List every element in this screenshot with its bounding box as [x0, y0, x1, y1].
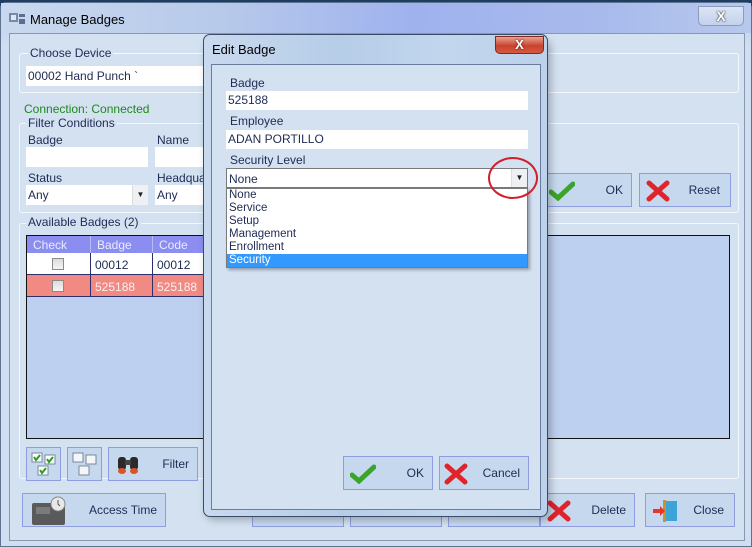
row-checkbox[interactable] [52, 280, 64, 292]
red-x-icon [444, 463, 468, 485]
window-title: Manage Badges [30, 12, 125, 27]
device-select[interactable]: 00002 Hand Punch ` [26, 66, 216, 86]
checkmark-icon [350, 464, 376, 484]
window-close-button[interactable]: X [698, 6, 744, 26]
badge-filter-label: Badge [28, 133, 63, 147]
filter-label: Filter [162, 457, 189, 471]
badge-label: Badge [230, 76, 265, 90]
filter-conditions-label: Filter Conditions [26, 116, 117, 130]
filter-ok-button[interactable]: OK [540, 173, 632, 207]
close-label: Close [693, 503, 724, 517]
red-x-icon [646, 180, 670, 202]
filter-button[interactable]: Filter [108, 447, 198, 481]
check-cell [27, 275, 91, 297]
dialog-title: Edit Badge [212, 42, 276, 57]
binoculars-icon [118, 457, 138, 474]
security-level-label: Security Level [230, 153, 306, 167]
checkmark-icon [549, 181, 575, 201]
employee-label: Employee [230, 114, 284, 128]
title-bar: Manage Badges X [1, 3, 751, 33]
table-row[interactable]: 00012 00012 [27, 253, 213, 275]
dropdown-option-management[interactable]: Management [227, 228, 527, 241]
headquarters-filter-label: Headquar [157, 171, 210, 185]
time-clock-icon [32, 496, 66, 525]
dialog-client-area: Badge 525188 Employee ADAN PORTILLO Secu… [211, 64, 541, 510]
grid-header: Check Badge Code [27, 236, 213, 253]
employee-input[interactable]: ADAN PORTILLO [226, 130, 528, 149]
close-button[interactable]: Close [645, 493, 735, 527]
dialog-cancel-button[interactable]: Cancel [439, 456, 529, 490]
status-filter-value: Any [28, 188, 49, 202]
badge-cell: 00012 [91, 253, 153, 275]
badge-input[interactable]: 525188 [226, 91, 528, 110]
security-level-dropdown-list[interactable]: None Service Setup Management Enrollment… [226, 188, 528, 268]
dialog-ok-label: OK [406, 466, 424, 480]
close-icon: X [515, 37, 524, 52]
badge-filter-input[interactable] [26, 147, 148, 167]
column-header-check[interactable]: Check [27, 236, 91, 253]
dropdown-option-service[interactable]: Service [227, 202, 527, 215]
access-time-label: Access Time [88, 503, 157, 517]
uncheck-all-icon [72, 452, 97, 476]
annotation-red-circle [488, 157, 538, 199]
dialog-close-button[interactable]: X [495, 36, 544, 54]
badge-cell: 525188 [91, 275, 153, 297]
dropdown-option-security[interactable]: Security [227, 254, 527, 267]
status-filter-label: Status [28, 171, 63, 185]
delete-label: Delete [591, 503, 626, 517]
row-checkbox[interactable] [52, 258, 64, 270]
security-level-value: None [229, 172, 258, 186]
exit-door-icon [653, 500, 677, 522]
available-badges-label: Available Badges (2) [26, 215, 141, 229]
connection-status: Connection: Connected [24, 102, 150, 116]
dialog-cancel-label: Cancel [482, 466, 520, 480]
edit-badge-dialog: Edit Badge X Badge 525188 Employee ADAN … [203, 34, 548, 517]
choose-device-label: Choose Device [28, 46, 114, 60]
status-filter-select[interactable]: Any ▼ [26, 185, 148, 205]
reset-button[interactable]: Reset [639, 173, 731, 207]
check-all-icon [31, 452, 56, 476]
delete-button[interactable]: Delete [540, 493, 635, 527]
filter-ok-label: OK [605, 183, 623, 197]
dialog-ok-button[interactable]: OK [343, 456, 433, 490]
dropdown-option-setup[interactable]: Setup [227, 215, 527, 228]
check-cell [27, 253, 91, 275]
dropdown-option-enrollment[interactable]: Enrollment [227, 241, 527, 254]
chevron-down-icon[interactable]: ▼ [132, 185, 148, 205]
column-header-badge[interactable]: Badge [91, 236, 153, 253]
deselect-all-button[interactable] [67, 447, 102, 481]
close-icon: X [716, 8, 726, 24]
access-time-button[interactable]: Access Time [22, 493, 166, 527]
table-row[interactable]: 525188 525188 [27, 275, 213, 297]
reset-label: Reset [688, 183, 720, 197]
dropdown-option-none[interactable]: None [227, 189, 527, 202]
security-level-select[interactable]: None ▼ [226, 168, 528, 188]
select-all-button[interactable] [26, 447, 61, 481]
name-filter-label: Name [157, 133, 190, 147]
app-icon [9, 13, 25, 24]
